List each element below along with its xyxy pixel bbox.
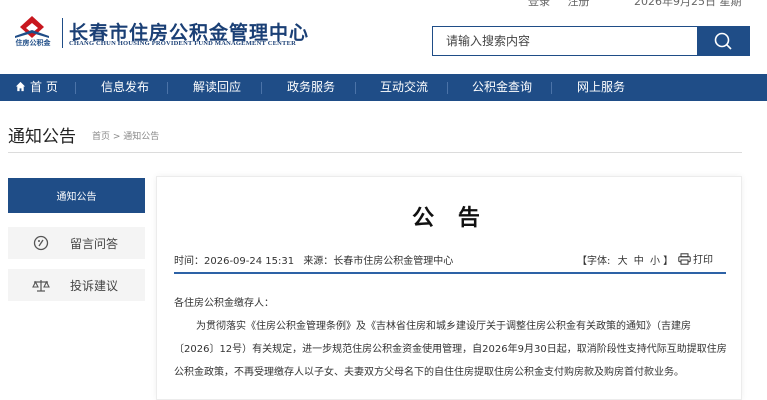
sidebar-item-label: 通知公告 xyxy=(56,192,97,203)
chat-bubble-icon xyxy=(33,235,49,251)
font-size-large[interactable]: 大 xyxy=(618,256,628,267)
publish-time: 2026-09-24 15:31 xyxy=(204,256,295,267)
breadcrumb-separator: > xyxy=(112,132,124,142)
article-title: 公 告 xyxy=(412,206,488,231)
org-name-en: CHANG CHUN HOUSING PROVIDENT FUND MANAGE… xyxy=(69,40,297,47)
home-icon xyxy=(15,81,26,92)
source-label: 来源： xyxy=(303,256,334,267)
search-icon xyxy=(714,32,732,50)
font-size-label: 【字体: xyxy=(577,256,611,267)
print-label: 打印 xyxy=(693,255,713,266)
breadcrumb-home[interactable]: 首页 xyxy=(92,132,110,142)
article-salutation: 各住房公积金缴存人： xyxy=(174,298,274,309)
nav-home[interactable]: 首 页 xyxy=(15,74,58,101)
login-link[interactable]: 登录 xyxy=(528,0,550,8)
top-bar: 登录 注册 2026年9月25日 星期 xyxy=(0,0,767,8)
font-size-medium[interactable]: 中 xyxy=(634,256,644,267)
font-size-close: 】 xyxy=(663,256,674,267)
print-button[interactable]: 打印 xyxy=(678,251,713,266)
nav-fund-query[interactable]: 公积金查询 xyxy=(472,74,532,101)
sidebar-item-complaints[interactable]: 投诉建议 xyxy=(8,269,145,301)
nav-divider xyxy=(551,82,552,94)
meta-divider xyxy=(174,272,726,274)
font-size-control: 【字体: 大 中 小 】 xyxy=(577,252,673,267)
top-links: 登录 注册 xyxy=(528,0,604,8)
breadcrumb-current[interactable]: 通知公告 xyxy=(123,132,159,142)
article-body: 各住房公积金缴存人： 为贯彻落实《住房公积金管理条例》及《吉林省住房和城乡建设厅… xyxy=(174,292,730,384)
nav-online-services[interactable]: 网上服务 xyxy=(577,74,625,101)
scales-icon xyxy=(32,280,50,292)
nav-divider xyxy=(261,82,262,94)
nav-interaction[interactable]: 互动交流 xyxy=(380,74,428,101)
nav-info-release[interactable]: 信息发布 xyxy=(101,74,149,101)
search-button[interactable] xyxy=(697,27,749,55)
nav-divider xyxy=(355,82,356,94)
register-link[interactable]: 注册 xyxy=(568,0,590,8)
nav-divider xyxy=(75,82,76,94)
sidebar-item-notices[interactable]: 通知公告 xyxy=(8,178,145,213)
main-nav: 首 页 信息发布 解读回应 政务服务 互动交流 公积金查询 网上服务 xyxy=(0,74,767,101)
printer-icon xyxy=(678,252,691,265)
breadcrumb: 首页 > 通知公告 xyxy=(92,129,159,142)
article-card: 公 告 时间：2026-09-24 15:31 来源：长春市住房公积金管理中心 … xyxy=(156,176,742,400)
font-size-small[interactable]: 小 xyxy=(650,256,660,267)
article-meta: 时间：2026-09-24 15:31 来源：长春市住房公积金管理中心 xyxy=(174,252,459,267)
article-paragraph: 为贯彻落实《住房公积金管理条例》及《吉林省住房和城乡建设厅关于调整住房公积金有关… xyxy=(174,321,727,378)
logo-caption: 住房公积金 xyxy=(15,39,51,47)
nav-interpretation[interactable]: 解读回应 xyxy=(193,74,241,101)
time-label: 时间： xyxy=(174,256,204,267)
nav-home-label: 首 页 xyxy=(30,80,58,94)
search-box xyxy=(432,26,750,56)
logo-divider xyxy=(62,18,63,48)
nav-gov-services[interactable]: 政务服务 xyxy=(287,74,335,101)
source-name: 长春市住房公积金管理中心 xyxy=(333,256,454,267)
sidebar-item-qa[interactable]: 留言问答 xyxy=(8,227,145,259)
page-title: 通知公告 xyxy=(8,127,76,147)
nav-divider xyxy=(167,82,168,94)
nav-divider xyxy=(447,82,448,94)
site-header: 住房公积金 长春市住房公积金管理中心 CHANG CHUN HOUSING PR… xyxy=(0,8,767,68)
sidebar-item-label: 留言问答 xyxy=(70,236,119,251)
date-display: 2026年9月25日 星期 xyxy=(634,0,742,8)
sidebar-item-label: 投诉建议 xyxy=(70,278,119,293)
title-divider xyxy=(8,152,742,153)
search-input[interactable] xyxy=(433,27,698,55)
